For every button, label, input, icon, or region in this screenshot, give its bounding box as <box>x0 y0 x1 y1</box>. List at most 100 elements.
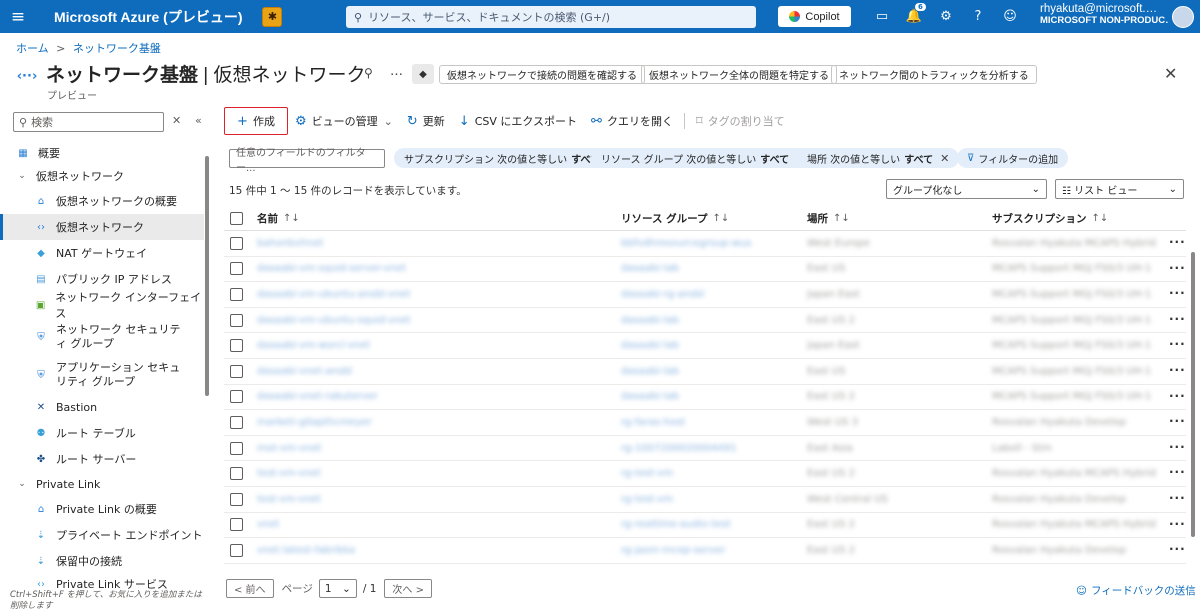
portal-brand[interactable]: Microsoft Azure (プレビュー) <box>54 7 242 27</box>
expand-collapse-icon[interactable]: ✕ <box>172 114 181 127</box>
breadcrumb-home[interactable]: ホーム <box>16 42 49 55</box>
cloud-shell-icon[interactable]: ▭ <box>866 9 898 24</box>
filter-pill-location[interactable]: 場所 次の値と等しい すべて ✕ <box>797 148 960 168</box>
copilot-prompt-icon[interactable]: ◆ <box>412 64 434 84</box>
sidebar-item-private-link-overview[interactable]: ⌂ Private Link の概要 <box>0 496 204 522</box>
sidebar-item-network-interface[interactable]: ▣ ネットワーク インターフェイス <box>0 291 204 320</box>
row-more-actions-button[interactable]: ··· <box>1169 312 1186 326</box>
row-more-actions-button[interactable]: ··· <box>1169 414 1186 428</box>
breadcrumb-network-foundation[interactable]: ネットワーク基盤 <box>73 42 161 55</box>
global-search-input[interactable]: ⚲ リソース、サービス、ドキュメントの検索 (G+/) <box>346 6 756 28</box>
row-checkbox[interactable] <box>230 415 243 429</box>
cell-resource-group[interactable]: rg-faras-host <box>621 417 807 428</box>
page-select[interactable]: 1 ⌄ <box>318 579 357 598</box>
cell-name[interactable]: mot-vm-vnet <box>257 443 621 454</box>
grid-scrollbar-thumb[interactable] <box>1191 252 1195 537</box>
sidebar-item-nat-gateway[interactable]: ◆ NAT ゲートウェイ <box>0 240 204 266</box>
sidebar-item-route-server[interactable]: ✤ ルート サーバー <box>0 446 204 472</box>
cell-name[interactable]: dasaabi-vm-ubuntu-ansbl-vnet <box>257 289 621 300</box>
bug-report-icon[interactable]: ✱ <box>262 6 283 27</box>
row-checkbox[interactable] <box>230 492 243 506</box>
cell-resource-group[interactable]: rg-1007200020004491 <box>621 443 807 454</box>
refresh-button[interactable]: ↻ 更新 <box>400 107 452 135</box>
row-checkbox[interactable] <box>230 236 243 250</box>
feedback-icon[interactable]: ☺ <box>994 9 1026 24</box>
more-options-button[interactable]: … <box>390 64 403 79</box>
row-more-actions-button[interactable]: ··· <box>1169 517 1186 531</box>
cell-resource-group[interactable]: rg-jasm-mcep-server <box>621 545 807 556</box>
cell-name[interactable]: test-vm-vnet <box>257 468 621 479</box>
table-row[interactable]: dasaabi-vm-squid-server-vnet dasaabi-lab E… <box>224 257 1186 283</box>
cell-name[interactable]: dasaabi-vm-wsrcl-vnet <box>257 340 621 351</box>
table-row[interactable]: marketi-g0apthcmeyer rg-faras-host West US… <box>224 410 1186 436</box>
table-row[interactable]: test-vm-vnet rg-test-vm West Central US Ros… <box>224 487 1186 513</box>
cell-resource-group[interactable]: dasaabi-lab <box>621 340 807 351</box>
row-more-actions-button[interactable]: ··· <box>1169 363 1186 377</box>
account-menu[interactable]: rhyakuta@microsoft.… MICROSOFT NON-PRODU… <box>1040 3 1168 27</box>
filter-input[interactable]: 任意のフィールドのフィルター... <box>229 148 385 174</box>
table-row[interactable]: dasaabi-vm-wsrcl-vnet dasaabi-lab Japan Ea… <box>224 333 1186 359</box>
next-page-button[interactable]: 次へ > <box>384 579 432 598</box>
view-mode-dropdown[interactable]: ☷ リスト ビュー ⌄ <box>1055 179 1184 199</box>
row-more-actions-button[interactable]: ··· <box>1169 286 1186 300</box>
send-feedback-link[interactable]: ☺ フィードバックの送信 <box>1076 583 1196 598</box>
menu-icon[interactable]: ≡ <box>0 0 36 33</box>
collapse-sidebar-icon[interactable]: « <box>195 114 202 127</box>
table-row[interactable]: dasaabi-vm-ubuntu-squid-vnet dasaabi-lab E… <box>224 308 1186 334</box>
add-filter-button[interactable]: ⊽ フィルターの追加 <box>957 148 1069 168</box>
sidebar-item-nsg[interactable]: ⛨ ネットワーク セキュリティ グループ <box>0 318 204 356</box>
remove-filter-icon[interactable]: ✕ <box>940 152 949 165</box>
row-checkbox[interactable] <box>230 390 243 404</box>
sidebar-item-virtual-networks[interactable]: ‹› 仮想ネットワーク <box>0 214 204 240</box>
cell-name[interactable]: vnet <box>257 519 621 530</box>
row-checkbox[interactable] <box>230 287 243 301</box>
grouping-dropdown[interactable]: グループ化なし ⌄ <box>886 179 1047 199</box>
row-checkbox[interactable] <box>230 467 243 481</box>
cell-resource-group[interactable]: dasaabi-lab <box>621 315 807 326</box>
cell-resource-group[interactable]: dasaabi-lab <box>621 366 807 377</box>
row-more-actions-button[interactable]: ··· <box>1169 235 1186 249</box>
close-icon[interactable]: ✕ <box>1164 64 1177 83</box>
sidebar-item-vnet-overview[interactable]: ⌂ 仮想ネットワークの概要 <box>0 188 204 214</box>
cell-resource-group[interactable]: dasaabi-lab <box>621 263 807 274</box>
cell-name[interactable]: marketi-g0apthcmeyer <box>257 417 621 428</box>
cell-name[interactable]: vnet-latest-fabrikka <box>257 545 621 556</box>
cell-resource-group[interactable]: bbfvdhresourcegroup-wus <box>621 238 807 249</box>
sidebar-item-asg[interactable]: ⛨ アプリケーション セキュリティ グループ <box>0 356 204 394</box>
sidebar-item-overview[interactable]: ▦ 概要 <box>0 142 204 164</box>
row-checkbox[interactable] <box>230 364 243 378</box>
filter-pill-subscription[interactable]: サブスクリプション 次の値と等しい すべて <box>394 148 611 168</box>
pin-icon[interactable]: ⚲ <box>364 66 373 80</box>
sidebar-group-virtual-network[interactable]: ⌄ 仮想ネットワーク <box>0 164 204 188</box>
cell-name[interactable]: bahonbvhnet <box>257 238 621 249</box>
row-more-actions-button[interactable]: ··· <box>1169 389 1186 403</box>
row-checkbox[interactable] <box>230 518 243 532</box>
table-row[interactable]: dasaabi-vnet-ansbl dasaabi-lab East US MCAP… <box>224 359 1186 385</box>
cell-name[interactable]: dasaabi-vm-squid-server-vnet <box>257 263 621 274</box>
cell-name[interactable]: test-vm-vnet <box>257 494 621 505</box>
cell-name[interactable]: dasaabi-vm-ubuntu-squid-vnet <box>257 315 621 326</box>
table-row[interactable]: mot-vm-vnet rg-1007200020004491 East Asia L… <box>224 436 1186 462</box>
row-checkbox[interactable] <box>230 543 243 557</box>
sidebar-item-private-endpoint[interactable]: ⇣ プライベート エンドポイント <box>0 522 204 548</box>
prev-page-button[interactable]: < 前へ <box>226 579 274 598</box>
filter-pill-resource-group[interactable]: リソース グループ 次の値と等しいすべて ✕ <box>591 148 816 168</box>
manage-view-button[interactable]: ⚙ ビューの管理 ⌄ <box>288 107 400 135</box>
check-connectivity-button[interactable]: 仮想ネットワークで接続の問題を確認する <box>439 65 645 84</box>
sidebar-item-route-table[interactable]: ⚉ ルート テーブル <box>0 420 204 446</box>
avatar[interactable] <box>1172 6 1194 28</box>
table-row[interactable]: vnet rg-realtime-audio-test East US 2 Rosva… <box>224 513 1186 539</box>
row-more-actions-button[interactable]: ··· <box>1169 542 1186 556</box>
cell-resource-group[interactable]: dasaabi-lab <box>621 391 807 402</box>
column-header-location[interactable]: 場所 ↑↓ <box>807 211 992 226</box>
row-more-actions-button[interactable]: ··· <box>1169 337 1186 351</box>
row-more-actions-button[interactable]: ··· <box>1169 440 1186 454</box>
export-csv-button[interactable]: ↓ CSV にエクスポート <box>452 107 584 135</box>
sidebar-group-private-link[interactable]: ⌄ Private Link <box>0 472 204 496</box>
row-more-actions-button[interactable]: ··· <box>1169 465 1186 479</box>
cell-resource-group[interactable]: rg-test-vm <box>621 468 807 479</box>
column-header-subscription[interactable]: サブスクリプション ↑↓ <box>992 211 1108 226</box>
identify-vnet-issues-button[interactable]: 仮想ネットワーク全体の問題を特定する <box>641 65 837 84</box>
table-row[interactable]: vnet-latest-fabrikka rg-jasm-mcep-server E… <box>224 538 1186 564</box>
help-icon[interactable]: ? <box>962 9 994 24</box>
